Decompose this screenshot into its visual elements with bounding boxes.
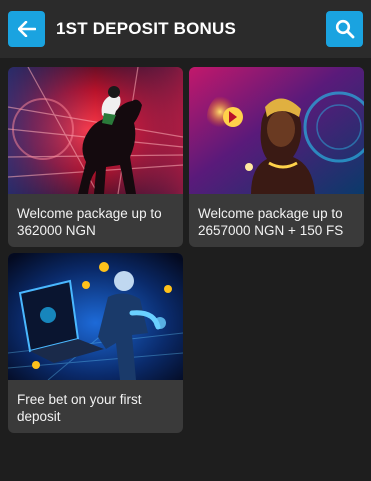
search-icon — [335, 19, 354, 39]
promo-card-horse-racing[interactable]: Welcome package up to 362000 NGN — [8, 67, 183, 247]
promo-image-esports — [8, 253, 183, 380]
promo-card-esports[interactable]: Free bet on your first deposit — [8, 253, 183, 433]
promo-label: Welcome package up to 362000 NGN — [17, 206, 162, 238]
promo-image-horse-racing — [8, 67, 183, 194]
promo-label: Welcome package up to 2657000 NGN + 150 … — [198, 206, 344, 238]
app-header: 1ST DEPOSIT BONUS — [0, 0, 371, 58]
promotions-grid: Welcome package up to 362000 NGN Welcome… — [0, 58, 371, 481]
arrow-left-icon — [17, 21, 36, 37]
promo-image-fortune-teller — [189, 67, 364, 194]
back-button[interactable] — [8, 11, 45, 47]
promo-label: Free bet on your first deposit — [17, 392, 142, 424]
page-title: 1ST DEPOSIT BONUS — [56, 19, 237, 38]
promo-card-fortune-teller[interactable]: Welcome package up to 2657000 NGN + 150 … — [189, 67, 364, 247]
search-button[interactable] — [326, 11, 363, 47]
